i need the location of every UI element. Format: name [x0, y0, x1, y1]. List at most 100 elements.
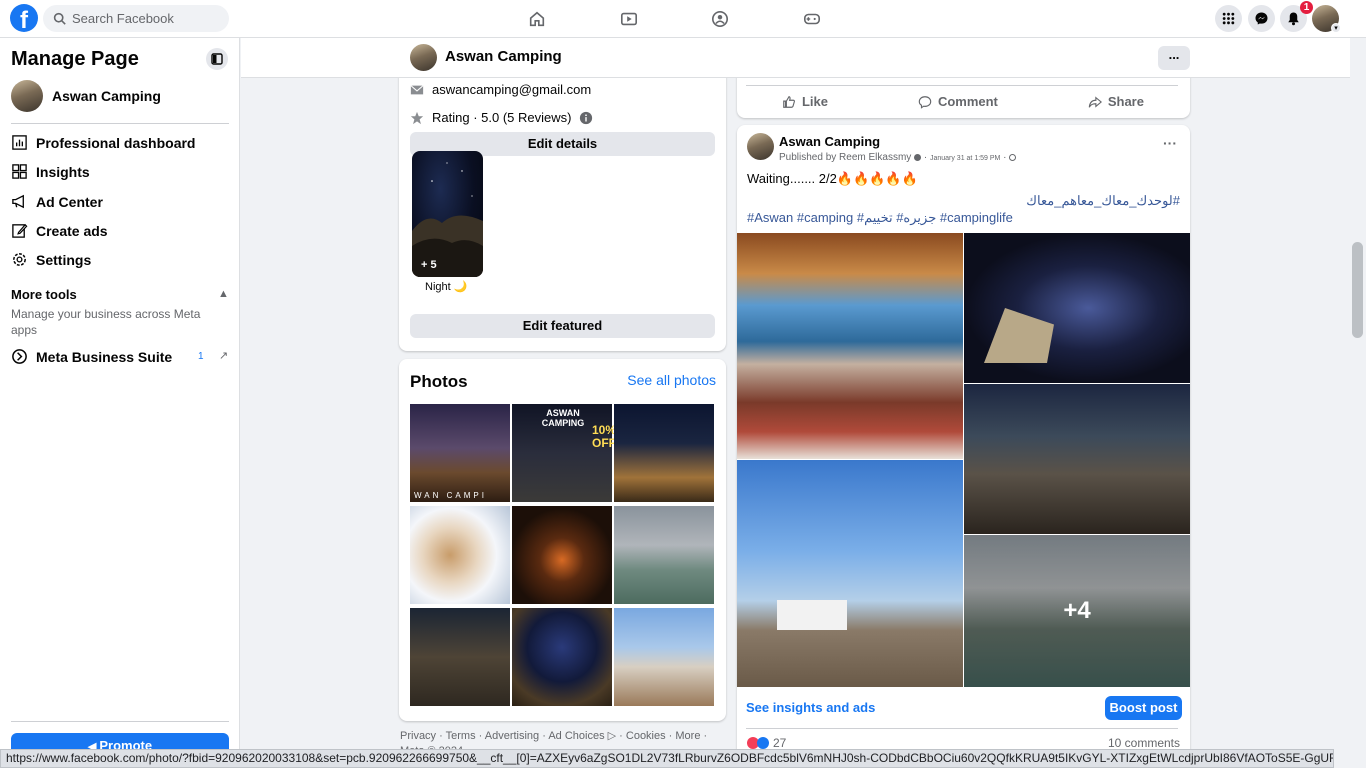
top-navigation-bar: f Search Facebook 1 ▾	[0, 0, 1366, 38]
photo-thumbnail[interactable]	[410, 506, 510, 604]
sidebar-item-label: Insights	[36, 163, 90, 180]
sidebar-item-ad-center[interactable]: Ad Center	[11, 193, 103, 210]
facebook-logo[interactable]: f	[10, 4, 38, 32]
page-header-name[interactable]: Aswan Camping	[445, 48, 562, 65]
sidebar-item-label: Settings	[36, 251, 92, 268]
comment-icon	[918, 95, 932, 109]
post-author-name[interactable]: Aswan Camping	[779, 134, 880, 149]
star-icon	[410, 111, 424, 124]
email-text[interactable]: aswancamping@gmail.com	[432, 82, 591, 97]
sidebar-item-create-ads[interactable]: Create ads	[11, 222, 108, 239]
sidebar-item-meta-business-suite[interactable]: Meta Business Suite	[11, 348, 172, 365]
megaphone-icon	[12, 194, 24, 209]
collapse-sidebar-button[interactable]	[206, 48, 228, 70]
post-date[interactable]: January 31 at 1:59 PM	[930, 155, 1000, 162]
external-link-icon[interactable]: ↗	[219, 349, 228, 362]
divider	[11, 123, 229, 124]
gear-icon	[13, 253, 26, 266]
comment-button[interactable]: Comment	[918, 94, 998, 109]
photo-thumbnail[interactable]	[512, 506, 612, 604]
messenger-icon[interactable]	[1248, 5, 1275, 32]
divider	[11, 721, 229, 722]
sidebar-item-settings[interactable]: Settings	[11, 251, 91, 268]
post-photo[interactable]	[737, 460, 963, 687]
sidebar-toggle-icon	[211, 53, 223, 65]
menu-grid-icon[interactable]	[1215, 5, 1242, 32]
photo-thumbnail[interactable]	[614, 404, 714, 502]
divider	[746, 85, 1178, 86]
photo-thumbnail[interactable]	[512, 608, 612, 706]
see-insights-link[interactable]: See insights and ads	[746, 700, 875, 715]
featured-story-thumbnail[interactable]: + 5	[412, 151, 483, 277]
scrollbar-track[interactable]	[1350, 38, 1366, 768]
sidebar-item-label: Professional dashboard	[36, 134, 196, 151]
story-count: + 5	[421, 259, 437, 271]
like-label: Like	[801, 94, 828, 109]
sidebar-page-name: Aswan Camping	[52, 88, 161, 104]
sidebar-item-insights[interactable]: Insights	[11, 163, 90, 180]
page-header-bar: Aswan Camping ...	[241, 38, 1350, 78]
sidebar-title: Manage Page	[11, 48, 139, 70]
thumbs-up-icon	[783, 95, 795, 108]
photo-overlay-text: ASWAN CAMPING	[541, 408, 585, 428]
info-icon[interactable]	[914, 153, 922, 161]
post-author-avatar[interactable]	[747, 133, 774, 160]
sidebar-item-label: Meta Business Suite	[36, 348, 173, 365]
like-button[interactable]: Like	[782, 94, 828, 109]
page-more-button[interactable]: ...	[1158, 46, 1190, 70]
post-photo[interactable]	[964, 233, 1190, 383]
meta-business-suite-icon	[12, 349, 27, 364]
globe-icon	[1009, 153, 1017, 161]
more-photos-overlay[interactable]: +4	[964, 535, 1190, 687]
edit-featured-button[interactable]: Edit featured	[410, 314, 715, 338]
page-avatar[interactable]	[410, 44, 437, 71]
reactions-summary[interactable]: 27	[747, 736, 786, 750]
more-tools-description: Manage your business across Meta apps	[11, 307, 201, 337]
post-text: Waiting....... 2/2🔥🔥🔥🔥🔥	[747, 171, 918, 186]
chevron-down-icon[interactable]: ▾	[1331, 23, 1341, 33]
envelope-icon	[410, 84, 424, 94]
pencil-icon	[12, 223, 28, 238]
photo-thumbnail[interactable]	[614, 608, 714, 706]
more-tools-heading[interactable]: More tools	[11, 287, 77, 302]
share-button[interactable]: Share	[1088, 94, 1144, 109]
post-photo[interactable]: +4	[964, 535, 1190, 687]
meta-suite-count-badge: 1	[198, 351, 204, 362]
sidebar-item-professional-dashboard[interactable]: Professional dashboard	[11, 134, 195, 151]
photo-grid: WAN CAMPI ASWAN CAMPING 10% OFF	[410, 404, 715, 708]
gaming-icon[interactable]	[802, 9, 822, 29]
post-meta: Published by Reem Elkassmy · January 31 …	[779, 152, 1017, 163]
rating-text: Rating · 5.0 (5 Reviews)	[432, 110, 572, 125]
photo-thumbnail[interactable]: WAN CAMPI	[410, 404, 510, 502]
see-all-photos-link[interactable]: See all photos	[627, 372, 716, 388]
photo-thumbnail[interactable]	[614, 506, 714, 604]
photo-thumbnail[interactable]	[410, 608, 510, 706]
post-card: Aswan Camping Published by Reem Elkassmy…	[737, 125, 1190, 768]
sidebar-page-switcher[interactable]: Aswan Camping	[11, 80, 161, 112]
groups-icon[interactable]	[710, 9, 730, 29]
post-photo[interactable]	[964, 384, 1190, 534]
search-icon	[53, 12, 66, 25]
photos-title: Photos	[410, 372, 468, 391]
manage-page-sidebar: Manage Page Aswan Camping Professional d…	[0, 38, 240, 768]
notifications-button[interactable]: 1	[1280, 1, 1313, 32]
chevron-up-icon[interactable]: ▲	[218, 288, 229, 300]
dashboard-icon	[12, 135, 27, 150]
photo-overlay-text: WAN CAMPI	[414, 491, 487, 500]
comments-count[interactable]: 10 comments	[1108, 736, 1180, 750]
search-placeholder: Search Facebook	[72, 11, 174, 26]
post-hashtags-arabic[interactable]: #لوحدك_معاك_معاهم_معاك	[1026, 193, 1180, 209]
search-input[interactable]: Search Facebook	[43, 5, 229, 32]
post-photo[interactable]	[737, 233, 963, 459]
post-options-icon[interactable]: ···	[1163, 135, 1177, 151]
photo-thumbnail[interactable]: ASWAN CAMPING 10% OFF	[512, 404, 616, 502]
like-reaction-icon	[757, 737, 769, 749]
video-icon[interactable]	[619, 9, 639, 29]
home-icon[interactable]	[527, 9, 547, 29]
info-icon[interactable]	[579, 111, 593, 125]
published-by[interactable]: Published by Reem Elkassmy	[779, 152, 911, 163]
post-hashtags[interactable]: #Aswan #camping #جزيره# تخييم #campingli…	[747, 210, 1013, 226]
scrollbar-thumb[interactable]	[1352, 242, 1363, 338]
sidebar-item-label: Create ads	[36, 222, 108, 239]
boost-post-button[interactable]: Boost post	[1105, 696, 1182, 720]
